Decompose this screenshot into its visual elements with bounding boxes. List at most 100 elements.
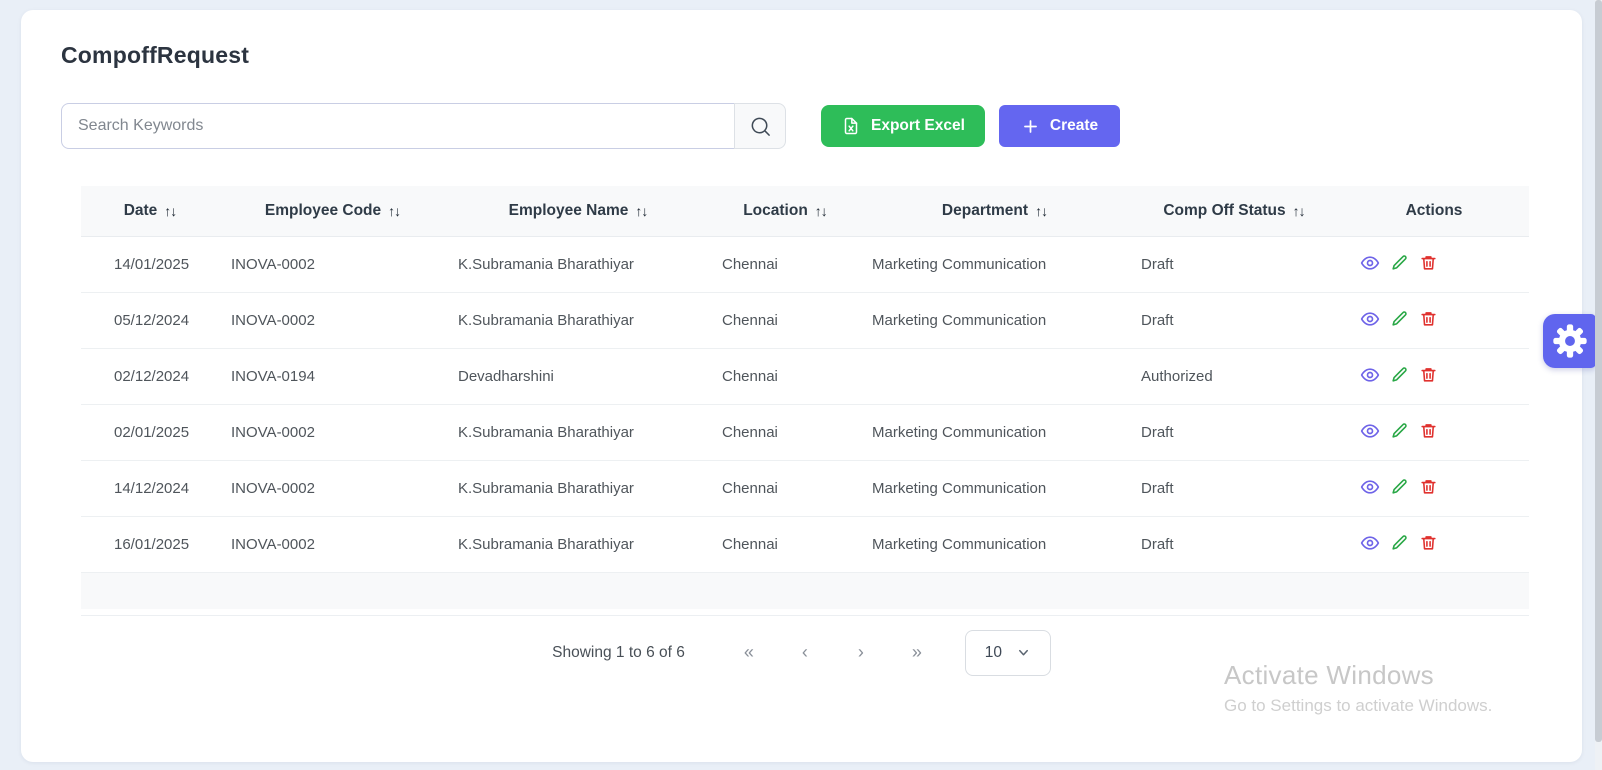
eye-icon [1360,373,1380,388]
cell-actions [1339,292,1529,348]
view-button[interactable] [1355,533,1385,556]
sort-icon[interactable]: ↑↓ [635,203,647,219]
page-size-select[interactable]: 10 [965,630,1051,676]
table-row: 16/01/2025INOVA-0002K.Subramania Bharath… [81,516,1529,572]
trash-icon [1419,540,1438,555]
sort-icon[interactable]: ↑↓ [164,203,176,219]
cell-employee-code: INOVA-0194 [219,348,446,404]
column-header-department[interactable]: Department↑↓ [860,186,1129,236]
edit-button[interactable] [1385,253,1414,275]
delete-button[interactable] [1414,421,1443,443]
delete-button[interactable] [1414,309,1443,331]
pencil-icon [1390,540,1409,555]
cell-text: Authorized [1141,368,1213,385]
pagination: Showing 1 to 6 of 6 « ‹ › » 10 [21,630,1582,676]
cell-text: Draft [1141,424,1174,441]
sort-icon[interactable]: ↑↓ [815,203,827,219]
column-header-employee-name[interactable]: Employee Name↑↓ [446,186,710,236]
edit-button[interactable] [1385,421,1414,443]
first-page-button[interactable]: « [735,642,763,663]
cell-date: 02/12/2024 [81,348,219,404]
cell-text: Chennai [722,536,778,553]
cell-actions [1339,236,1529,292]
column-header-comp-off-status[interactable]: Comp Off Status↑↓ [1129,186,1339,236]
cell-text: 14/12/2024 [114,480,189,497]
cell-actions [1339,404,1529,460]
cell-department: Marketing Communication [860,236,1129,292]
pencil-icon [1390,484,1409,499]
cell-text: 02/12/2024 [114,368,189,385]
scrollbar-thumb[interactable] [1595,0,1602,742]
cell-actions [1339,348,1529,404]
export-excel-label: Export Excel [871,117,965,135]
eye-icon [1360,429,1380,444]
cell-text: K.Subramania Bharathiyar [458,480,634,497]
export-excel-button[interactable]: Export Excel [821,105,985,147]
cell-department: Marketing Communication [860,460,1129,516]
cell-employee-code: INOVA-0002 [219,460,446,516]
cell-location: Chennai [710,348,860,404]
column-header-employee-code[interactable]: Employee Code↑↓ [219,186,446,236]
cell-text: INOVA-0194 [231,368,315,385]
cell-actions [1339,516,1529,572]
view-button[interactable] [1355,309,1385,332]
eye-icon [1360,485,1380,500]
edit-button[interactable] [1385,477,1414,499]
cell-department: Marketing Communication [860,292,1129,348]
column-header-actions: Actions [1339,186,1529,236]
previous-page-button[interactable]: ‹ [791,642,819,663]
delete-button[interactable] [1414,477,1443,499]
trash-icon [1419,316,1438,331]
column-header-location[interactable]: Location↑↓ [710,186,860,236]
cell-text: 14/01/2025 [114,256,189,273]
table-row: 14/12/2024 INOVA-0002 K.Subramania Bharath… [81,460,1529,516]
cell-text: Devadharshini [458,368,554,385]
delete-button[interactable] [1414,533,1443,555]
delete-button[interactable] [1414,365,1443,387]
gear-icon [1552,323,1588,359]
sort-icon[interactable]: ↑↓ [388,203,400,219]
delete-button[interactable] [1414,253,1443,275]
view-button[interactable] [1355,365,1385,388]
scrollbar[interactable] [1595,0,1602,770]
settings-button[interactable] [1543,314,1596,368]
column-header-date[interactable]: Date↑↓ [81,186,219,236]
table-body: 14/01/2025 INOVA-0002 K.Subramania Bharath… [81,236,1529,572]
edit-button[interactable] [1385,309,1414,331]
cell-text: Marketing Communication [872,536,1046,553]
chevron-down-icon [1016,645,1031,660]
trash-icon [1419,372,1438,387]
edit-button[interactable] [1385,365,1414,387]
cell-text: INOVA-0002 [231,312,315,329]
cell-text: 05/12/2024 [114,312,189,329]
cell-employee-name: K.Subramania Bharathiyar [446,460,710,516]
sort-icon[interactable]: ↑↓ [1293,203,1305,219]
cell-status: Draft [1129,292,1339,348]
cell-department: Marketing Communication [860,404,1129,460]
view-button[interactable] [1355,477,1385,500]
toolbar: Export Excel Create [61,103,1542,149]
cell-text: Chennai [722,256,778,273]
cell-location: Chennai [710,516,860,572]
edit-button[interactable] [1385,533,1414,555]
view-button[interactable] [1355,421,1385,444]
cell-status: Draft [1129,404,1339,460]
cell-text: Chennai [722,312,778,329]
create-button[interactable]: Create [999,105,1120,147]
sort-icon[interactable]: ↑↓ [1035,203,1047,219]
pencil-icon [1390,316,1409,331]
cell-text: Draft [1141,312,1174,329]
cell-status: Draft [1129,236,1339,292]
table-row: 14/01/2025INOVA-0002K.Subramania Bharath… [81,236,1529,292]
trash-icon [1419,428,1438,443]
cell-location: Chennai [710,236,860,292]
search-button[interactable] [734,103,786,149]
last-page-button[interactable]: » [903,642,931,663]
page-size-value: 10 [985,644,1002,662]
search-input[interactable] [61,103,735,149]
cell-text: K.Subramania Bharathiyar [458,536,634,553]
cell-status: Authorized [1129,348,1339,404]
next-page-button[interactable]: › [847,642,875,663]
eye-icon [1360,317,1380,332]
view-button[interactable] [1355,253,1385,276]
